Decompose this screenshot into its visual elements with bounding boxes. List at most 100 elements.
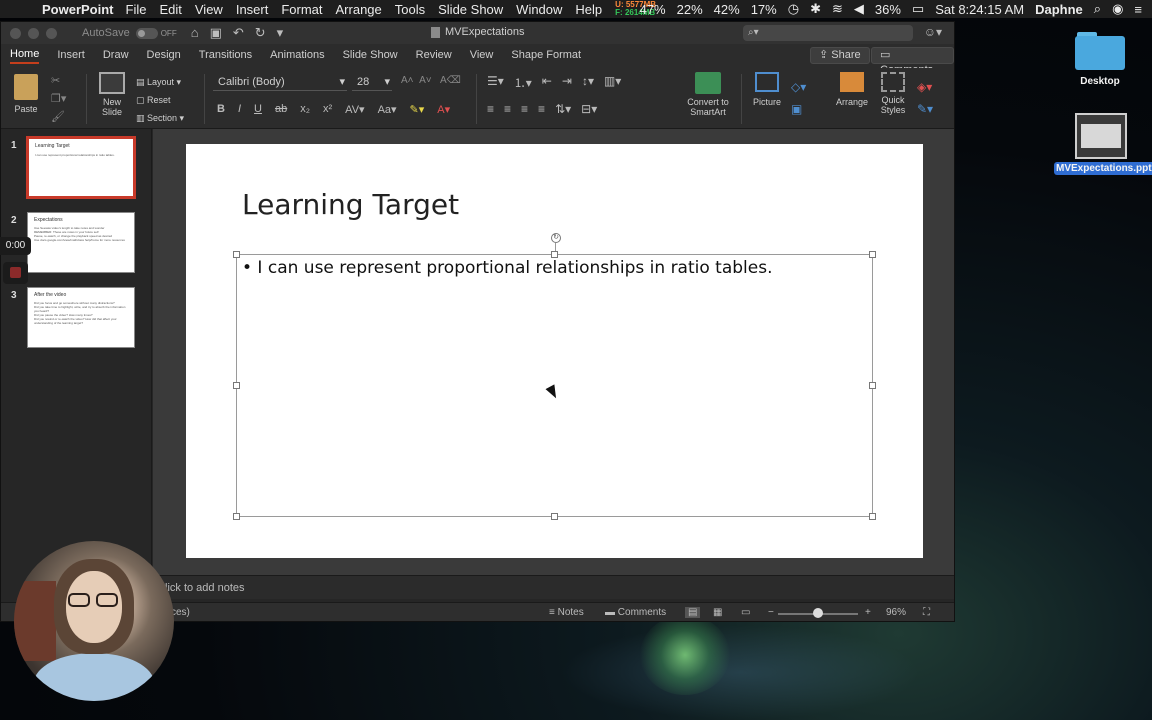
bold-icon[interactable]: B [217,103,225,116]
resize-handle[interactable] [869,382,876,389]
tab-animations[interactable]: Animations [270,49,324,63]
tab-slide-show[interactable]: Slide Show [343,49,398,63]
notes-toggle-button[interactable]: ≡ Notes [549,607,584,618]
resize-handle[interactable] [551,513,558,520]
close-window-button[interactable] [10,27,21,39]
tab-home[interactable]: Home [10,48,40,64]
tab-transitions[interactable]: Transitions [199,49,252,63]
tab-insert[interactable]: Insert [57,49,85,63]
siri-icon[interactable]: ◉ [1112,1,1123,17]
font-size-select[interactable]: 28 ▾ [352,74,392,91]
font-color-icon[interactable]: A▾ [437,103,450,116]
convert-smartart-button[interactable]: Convert to SmartArt [681,72,735,117]
shape-fill-icon[interactable]: ◈▾ [917,76,933,98]
resize-handle[interactable] [869,251,876,258]
zoom-slider-knob[interactable] [813,608,823,618]
user-name[interactable]: Daphne [1035,2,1083,17]
redo-icon[interactable]: ↻ [255,25,266,41]
bullets-icon[interactable]: ☰▾ [487,74,504,91]
slide-thumbnail-2[interactable]: Expectations Use Seesaw video’s length t… [27,212,135,273]
slide-canvas[interactable]: Learning Target ↻ • I can use represent … [186,144,923,558]
menu-slide-show[interactable]: Slide Show [438,2,503,17]
highlight-color-icon[interactable]: ✎▾ [410,103,425,116]
wifi-icon[interactable]: ≋ [832,1,843,17]
shapes-icon[interactable]: ◇▾ [791,76,806,98]
menu-window[interactable]: Window [516,2,562,17]
customize-toolbar-icon[interactable]: ▾ [277,25,284,41]
normal-view-icon[interactable]: ▤ [685,607,701,618]
comments-button[interactable]: ▭ Comments [871,47,954,76]
line-spacing-icon[interactable]: ↕▾ [582,74,594,91]
slide-thumbnail-3[interactable]: After the video Did you focus and go som… [27,287,135,348]
menu-format[interactable]: Format [281,2,322,17]
rotate-handle-icon[interactable]: ↻ [551,233,561,243]
menu-edit[interactable]: Edit [159,2,181,17]
cpu-stat-2[interactable]: 22% [677,2,703,17]
shape-outline-icon[interactable]: ✎▾ [917,98,933,120]
desktop-folder[interactable]: Desktop [1070,32,1130,87]
change-case-icon[interactable]: Aa▾ [378,103,397,116]
columns-icon[interactable]: ▥▾ [604,74,621,91]
layout-button[interactable]: ▤ Layout ▾ [136,73,184,91]
stop-recording-button[interactable] [3,262,28,284]
picture-button[interactable]: Picture [749,72,785,107]
increase-indent-icon[interactable]: ⇥ [562,74,572,91]
justify-icon[interactable]: ≡ [538,102,545,116]
autosave-switch[interactable] [135,27,158,39]
align-center-icon[interactable]: ≡ [504,102,511,116]
format-painter-icon[interactable]: 🖌 [51,108,66,126]
cpu-stat-3[interactable]: 42% [714,2,740,17]
zoom-level[interactable]: 96% [886,607,906,618]
quick-styles-button[interactable]: Quick Styles [875,72,911,115]
clear-formatting-icon[interactable]: A⌫ [440,75,461,86]
fit-to-window-icon[interactable]: ⛶ [923,607,930,618]
paste-button[interactable]: Paste [11,74,41,114]
menu-view[interactable]: View [195,2,223,17]
home-icon[interactable]: ⌂ [191,25,199,41]
notification-center-icon[interactable]: ≡ [1134,2,1142,17]
strikethrough-icon[interactable]: ab [275,103,287,116]
zoom-window-button[interactable] [46,27,57,39]
slide-sorter-icon[interactable]: ▦ [713,607,722,618]
zoom-in-icon[interactable]: + [865,607,871,618]
slide-title[interactable]: Learning Target [242,188,459,221]
battery-icon[interactable]: ▭ [912,1,924,17]
volume-icon[interactable]: ◀ [854,1,864,17]
copy-icon[interactable]: ❐▾ [51,90,66,108]
menu-file[interactable]: File [126,2,147,17]
numbering-icon[interactable]: ⒈▾ [514,74,532,91]
menu-tools[interactable]: Tools [395,2,425,17]
save-icon[interactable]: ▣ [210,25,222,41]
align-right-icon[interactable]: ≡ [521,102,528,116]
menu-insert[interactable]: Insert [236,2,269,17]
superscript-icon[interactable]: x² [323,103,332,116]
tab-view[interactable]: View [470,49,494,63]
font-name-select[interactable]: Calibri (Body) ▾ [213,74,347,91]
cpu-stat-4[interactable]: 17% [751,2,777,17]
undo-icon[interactable]: ↶ [233,25,244,41]
new-slide-button[interactable]: New Slide [93,72,131,117]
italic-icon[interactable]: I [238,103,241,116]
reading-view-icon[interactable]: ▭ [741,607,750,618]
search-input[interactable]: ⌕▾ [743,25,913,41]
menu-help[interactable]: Help [575,2,602,17]
tab-shape-format[interactable]: Shape Format [511,49,581,63]
menu-arrange[interactable]: Arrange [336,2,382,17]
time-machine-icon[interactable]: ◷ [788,1,799,17]
tab-design[interactable]: Design [147,49,181,63]
decrease-indent-icon[interactable]: ⇤ [542,74,552,91]
slide-thumbnail-1[interactable]: Learning Target I can use represent prop… [27,137,135,198]
resize-handle[interactable] [233,382,240,389]
underline-icon[interactable]: U [254,103,262,116]
bullet-text[interactable]: • I can use represent proportional relat… [242,258,773,278]
section-button[interactable]: ▥ Section ▾ [136,109,184,127]
resize-handle[interactable] [233,513,240,520]
zoom-out-icon[interactable]: − [768,607,774,618]
notes-pane[interactable]: lick to add notes [153,575,954,599]
cut-icon[interactable]: ✂ [51,72,66,90]
feedback-smiley-icon[interactable]: ☺▾ [924,25,942,39]
bluetooth-icon[interactable]: ✱ [810,1,821,17]
character-spacing-icon[interactable]: AV▾ [345,103,364,116]
align-left-icon[interactable]: ≡ [487,102,494,116]
minimize-window-button[interactable] [28,27,39,39]
